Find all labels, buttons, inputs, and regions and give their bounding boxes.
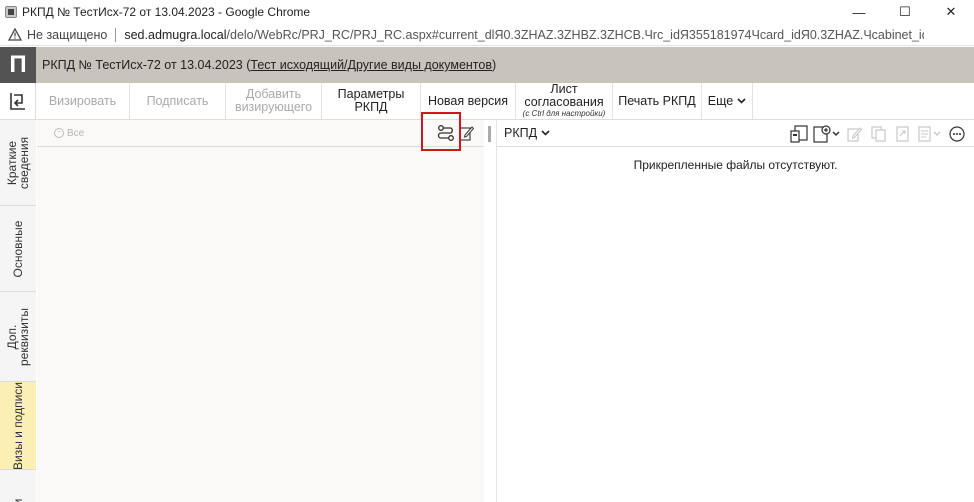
tab-visas-signatures[interactable]: Визы и подписи [0,381,36,470]
panel-splitter[interactable] [484,120,496,502]
document-title-text: РКПД № ТестИсх-72 от 13.04.2023 ( [42,58,251,72]
main-toolbar: Визировать Подписать Добавить визирующег… [0,83,974,120]
tab-next-label: и [11,498,25,502]
more-options-icon[interactable] [946,124,968,144]
no-files-message: Прикрепленные файлы отсутствуют. [633,158,838,172]
browser-title-bar: РКПД № ТестИсх-72 от 13.04.2023 - Google… [0,0,974,24]
warning-icon[interactable] [8,28,22,42]
signatures-panel: − Все [37,120,484,502]
address-divider [115,27,117,42]
close-window-button[interactable]: ✕ [928,0,974,24]
chevron-down-icon [541,128,550,139]
edit-file-icon [844,124,866,144]
more-label: Еще [707,93,734,108]
document-type-link[interactable]: Тест исходящий/Другие виды документов [250,58,492,72]
rkpd-params-label: Параметры РКПД [337,87,405,114]
chevron-down-icon [737,95,746,108]
files-panel-header: РКПД [497,120,974,147]
back-to-list-button[interactable] [0,83,36,119]
add-approver-button[interactable]: Добавить визирующего [226,83,322,119]
tab-summary[interactable]: Краткие сведения [0,120,36,206]
filter-all-label: Все [67,127,85,139]
return-icon [9,93,25,110]
app-favicon-icon [5,6,17,18]
tab-summary-label-line2: сведения [17,136,31,189]
tab-next[interactable]: и [0,470,36,502]
new-version-label: Новая версия [427,93,509,108]
scan-document-icon[interactable] [788,124,810,144]
tab-extra-details-label-line2: реквизиты [17,307,31,366]
files-panel: РКПД Прикрепленные файлы отсутствуют. [496,120,974,502]
maximize-button[interactable]: ☐ [882,0,928,24]
highlight-frame [421,112,461,151]
signatures-panel-header: − Все [37,120,484,147]
rkpd-params-button[interactable]: Параметры РКПД [322,83,421,119]
document-title-close: ) [492,58,497,72]
tab-extra-details-label: Доп. реквизиты [5,307,31,366]
side-tab-bar: Краткие сведения Основные Доп. реквизиты… [0,120,36,502]
window-title: РКПД № ТестИсх-72 от 13.04.2023 - Google… [22,5,311,19]
approve-button[interactable]: Визировать [36,83,130,119]
url-path: /delo/WebRc/PRJ_RC/PRJ_RC.aspx#current_d… [226,27,925,42]
rkpd-dropdown[interactable]: РКПД [504,126,550,140]
filter-all[interactable]: − Все [54,128,84,139]
approval-sheet-hint: (с Ctrl для настройки) [522,109,606,118]
add-approver-label-line2: визирующего [234,100,313,114]
security-status[interactable]: Не защищено [27,28,107,42]
print-rkpd-button[interactable]: Печать РКПД [613,83,702,119]
approval-sheet-button[interactable]: Лист согласования (с Ctrl для настройки) [516,83,613,119]
sign-button[interactable]: Подписать [130,83,226,119]
tab-visas-signatures-label: Визы и подписи [11,381,25,470]
rkpd-dropdown-label: РКПД [504,126,538,140]
app-logo[interactable]: П [0,47,36,83]
copy-file-icon [868,124,890,144]
app-header: П РКПД № ТестИсх-72 от 13.04.2023 (Тест … [0,47,974,83]
expand-file-icon [892,124,914,144]
address-bar[interactable]: Не защищено sed.admugra.local/delo/WebRc… [0,24,974,46]
tab-summary-label: Краткие сведения [5,136,31,189]
tab-extra-details[interactable]: Доп. реквизиты [0,292,36,382]
tab-main[interactable]: Основные [0,206,36,292]
minus-circle-icon: − [54,128,64,138]
splitter-grip[interactable] [488,126,491,142]
url-host: sed.admugra.local [124,27,227,42]
file-actions-icon [916,124,944,144]
more-button[interactable]: Еще [702,83,753,119]
minimize-button[interactable]: — [836,0,882,24]
tab-main-label: Основные [11,220,25,277]
sign-button-label: Подписать [146,93,209,108]
add-file-icon[interactable] [812,124,842,144]
approve-button-label: Визировать [48,93,117,108]
url-field[interactable]: sed.admugra.local/delo/WebRc/PRJ_RC/PRJ_… [124,28,924,42]
print-rkpd-label: Печать РКПД [618,93,696,108]
document-title: РКПД № ТестИсх-72 от 13.04.2023 (Тест ис… [42,58,496,72]
approval-sheet-label-line2: согласования [524,95,604,109]
